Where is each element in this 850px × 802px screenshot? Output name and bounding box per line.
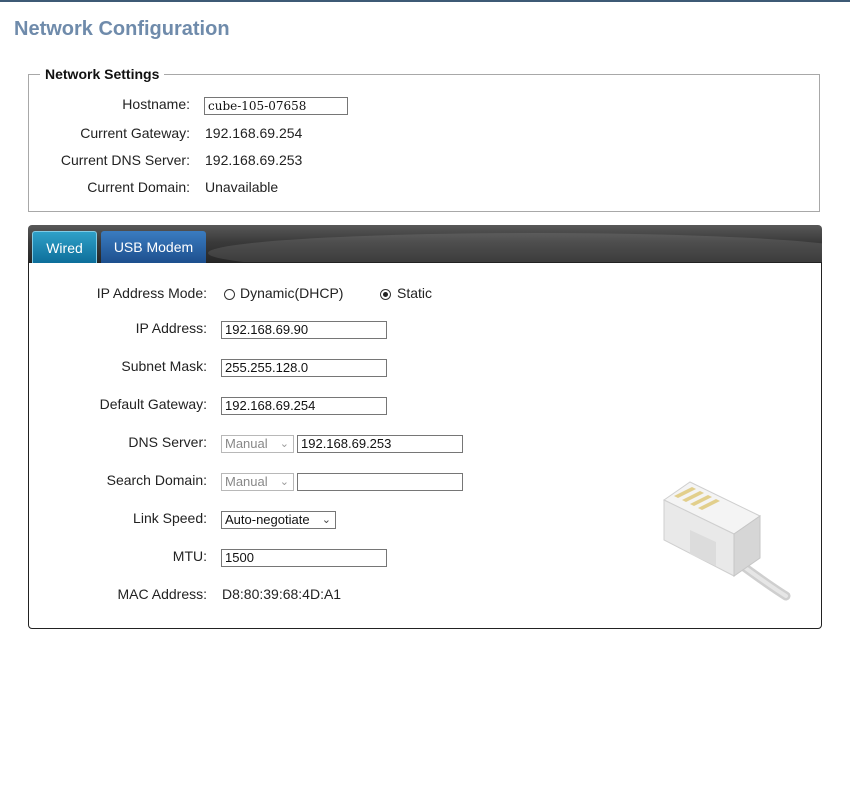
dns-server-mode-value: Manual (225, 436, 268, 451)
current-gateway-value: 192.168.69.254 (205, 125, 303, 141)
chevron-down-icon: ⌄ (279, 476, 289, 488)
mtu-label: MTU: (172, 548, 207, 564)
link-speed-select[interactable]: Auto-negotiate ⌄ (221, 511, 336, 529)
mac-address-value: D8:80:39:68:4D:A1 (222, 586, 342, 602)
link-speed-value: Auto-negotiate (225, 512, 310, 527)
top-border (0, 0, 850, 2)
network-settings-legend: Network Settings (40, 66, 165, 83)
mtu-input[interactable]: 1500 (221, 549, 387, 567)
default-gateway-label: Default Gateway: (99, 396, 207, 412)
current-domain-value: Unavailable (205, 179, 279, 195)
chevron-down-icon: ⌄ (321, 514, 331, 526)
search-domain-mode-select[interactable]: Manual ⌄ (221, 473, 294, 491)
current-dns-label: Current DNS Server: (60, 152, 190, 168)
dns-server-input[interactable]: 192.168.69.253 (297, 435, 463, 453)
static-radio-label[interactable]: Static (397, 285, 432, 301)
ethernet-plug-icon (663, 481, 791, 601)
hostname-label: Hostname: (122, 96, 190, 112)
mac-address-label: MAC Address: (117, 586, 207, 602)
hostname-input[interactable]: cube-105-07658 (204, 97, 348, 115)
static-radio[interactable] (380, 289, 391, 300)
current-domain-label: Current Domain: (87, 179, 190, 195)
search-domain-mode-value: Manual (225, 474, 268, 489)
current-gateway-label: Current Gateway: (80, 125, 190, 141)
subnet-mask-label: Subnet Mask: (121, 358, 207, 374)
tab-usb-modem[interactable]: USB Modem (101, 231, 206, 263)
page-title: Network Configuration (14, 18, 230, 40)
dhcp-radio-label[interactable]: Dynamic(DHCP) (240, 285, 343, 301)
ip-mode-label: IP Address Mode: (96, 285, 207, 301)
search-domain-label: Search Domain: (106, 472, 207, 488)
dns-server-label: DNS Server: (128, 434, 207, 450)
subnet-mask-input[interactable]: 255.255.128.0 (221, 359, 387, 377)
search-domain-input[interactable] (297, 473, 463, 491)
ip-address-label: IP Address: (135, 320, 207, 336)
dns-server-mode-select[interactable]: Manual ⌄ (221, 435, 294, 453)
tab-wired[interactable]: Wired (32, 231, 97, 263)
dhcp-radio[interactable] (224, 289, 235, 300)
ip-address-input[interactable]: 192.168.69.90 (221, 321, 387, 339)
current-dns-value: 192.168.69.253 (205, 152, 303, 168)
tab-bar: Wired USB Modem (28, 225, 822, 263)
default-gateway-input[interactable]: 192.168.69.254 (221, 397, 387, 415)
chevron-down-icon: ⌄ (279, 438, 289, 450)
link-speed-label: Link Speed: (133, 510, 207, 526)
